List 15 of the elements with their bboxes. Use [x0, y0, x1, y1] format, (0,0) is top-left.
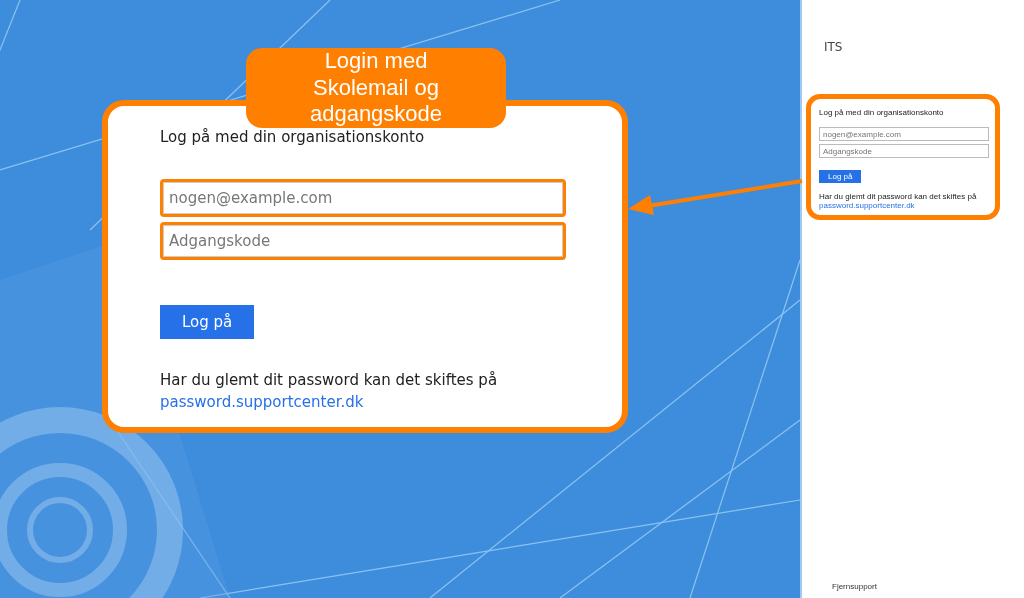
- password-reset-link[interactable]: password.supportcenter.dk: [819, 201, 915, 210]
- password-field[interactable]: Adgangskode: [819, 144, 989, 158]
- password-reset-link[interactable]: password.supportcenter.dk: [160, 393, 364, 411]
- help-text: Har du glemt dit password kan det skiftes på: [819, 192, 977, 201]
- login-button[interactable]: Log på: [160, 305, 255, 339]
- callout-label: Login med Skolemail og adgangskode: [246, 48, 506, 128]
- password-field[interactable]: Adgangskode: [160, 222, 566, 260]
- form-heading: Log på med din organisationskonto: [160, 128, 425, 146]
- email-field[interactable]: nogen@example.com: [160, 179, 566, 217]
- email-field[interactable]: nogen@example.com: [819, 127, 989, 141]
- login-button[interactable]: Log på: [819, 170, 862, 183]
- help-text: Har du glemt dit password kan det skiftes på: [160, 371, 498, 389]
- form-heading: Log på med din organisationskonto: [819, 108, 944, 117]
- remote-support-link[interactable]: Fjernsupport: [832, 582, 877, 591]
- organization-title: ITS: [824, 40, 844, 54]
